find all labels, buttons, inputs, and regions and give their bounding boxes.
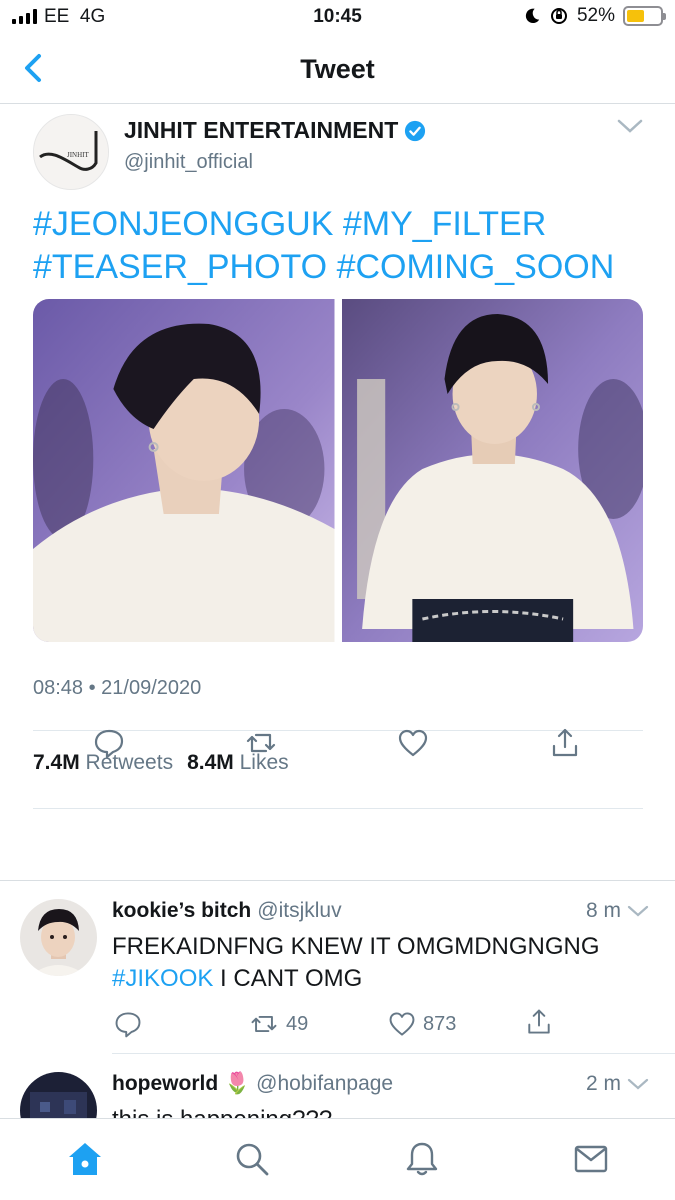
reply-text[interactable]: this is happening??? — [112, 1104, 652, 1118]
reply-like-count: 873 — [423, 1012, 457, 1035]
author-handle[interactable]: @jinhit_official — [124, 151, 253, 174]
notifications-bell-icon[interactable] — [402, 1139, 442, 1179]
battery-percent: 52% — [576, 5, 615, 26]
like-icon — [389, 1012, 415, 1036]
chevron-down-icon[interactable] — [617, 117, 643, 135]
reply-retweet-button[interactable]: 49 — [248, 1009, 308, 1039]
reply-avatar[interactable] — [20, 899, 97, 976]
battery-icon — [623, 6, 666, 26]
reply-reply-button[interactable] — [113, 1009, 143, 1039]
share-icon[interactable] — [548, 726, 582, 760]
tweet-actions — [0, 722, 675, 766]
nav-bar: Tweet — [0, 36, 675, 104]
author-name[interactable]: JINHIT ENTERTAINMENT — [124, 117, 426, 144]
tulip-emoji: 🌷 — [224, 1072, 251, 1095]
reply-share-button[interactable] — [524, 1007, 554, 1037]
reply-icon[interactable] — [92, 726, 126, 760]
like-icon[interactable] — [396, 726, 430, 760]
tweet-hashtags-line2[interactable]: #TEASER_PHOTO #COMING_SOON — [33, 246, 643, 289]
reply-avatar[interactable] — [20, 1072, 97, 1118]
reply-tweet[interactable]: hopeworld 🌷@hobifanpage 2 m this is happ… — [0, 1054, 675, 1118]
verified-badge-icon — [405, 120, 426, 141]
status-right: 52% — [523, 5, 666, 27]
svg-text:JINHIT: JINHIT — [67, 151, 89, 159]
tweet-text[interactable]: #JEONJEONGGUK #MY_FILTER #TEASER_PHOTO #… — [33, 203, 643, 289]
reply-like-button[interactable]: 873 — [387, 1009, 456, 1039]
tweet-timestamp: 08:48 • 21/09/2020 — [33, 677, 202, 699]
chevron-down-icon[interactable] — [627, 1077, 649, 1091]
retweet-icon — [251, 1015, 277, 1033]
messages-mail-icon[interactable] — [571, 1139, 611, 1179]
tab-bar — [0, 1118, 675, 1200]
reply-time: 2 m — [586, 1072, 649, 1096]
hashtag-link[interactable]: #JIKOOK — [112, 965, 213, 992]
reply-tweet[interactable]: kookie’s bitch @itsjkluv 8 m FREKAIDNFNG … — [0, 881, 675, 1053]
retweet-icon[interactable] — [244, 726, 278, 760]
reply-author[interactable]: kookie’s bitch @itsjkluv — [112, 899, 342, 923]
reply-icon — [115, 1012, 141, 1038]
teaser-photo-2[interactable] — [341, 299, 643, 642]
search-icon[interactable] — [232, 1139, 272, 1179]
reply-time: 8 m — [586, 899, 649, 923]
rotation-lock-icon — [550, 8, 567, 24]
reply-author[interactable]: hopeworld 🌷 @hobifanpage — [112, 1072, 393, 1096]
tweet-hashtags-line1[interactable]: #JEONJEONGGUK #MY_FILTER — [33, 203, 643, 246]
divider — [33, 808, 643, 809]
teaser-photo-1[interactable] — [33, 299, 335, 642]
chevron-down-icon[interactable] — [627, 904, 649, 918]
reply-retweet-count: 49 — [286, 1012, 309, 1035]
tweet-media[interactable] — [33, 299, 643, 642]
moon-icon — [525, 8, 540, 24]
share-icon — [528, 1009, 550, 1034]
page-title: Tweet — [300, 54, 375, 84]
home-icon[interactable] — [65, 1139, 105, 1179]
reply-text[interactable]: FREKAIDNFNG KNEW IT OMGMDNGNGNG #JIKOOK … — [112, 931, 652, 995]
status-bar: EE 4G 10:45 52% — [0, 0, 675, 36]
author-avatar[interactable]: JINHIT — [33, 114, 109, 190]
